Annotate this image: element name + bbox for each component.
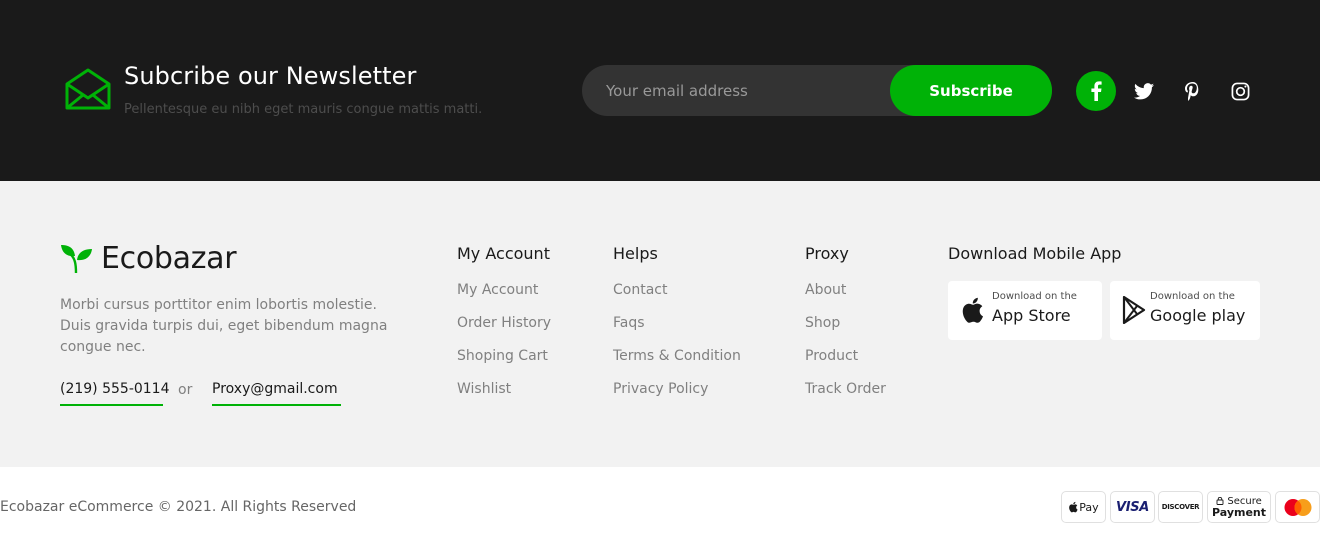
footer-link[interactable]: About	[805, 282, 886, 315]
footer-link[interactable]: Track Order	[805, 381, 886, 414]
newsletter-title: Subcribe our Newsletter	[124, 62, 417, 90]
footer-link[interactable]: Terms & Condition	[613, 348, 741, 381]
footer-link[interactable]: Shoping Cart	[457, 348, 551, 381]
brand-name: Ecobazar	[101, 241, 237, 276]
footer-bottom-bar: Ecobazar eCommerce © 2021. All Rights Re…	[0, 467, 1320, 547]
google-play-label: Google play	[1150, 306, 1246, 325]
twitter-icon	[1134, 82, 1154, 99]
twitter-link[interactable]	[1124, 71, 1164, 111]
footer-link[interactable]: Product	[805, 348, 886, 381]
newsletter-section: Subcribe our Newsletter Pellentesque eu …	[0, 0, 1320, 181]
brand-description: Morbi cursus porttitor enim lobortis mol…	[60, 297, 388, 355]
google-play-small-label: Download on the	[1150, 291, 1235, 302]
download-app-title: Download Mobile App	[948, 244, 1122, 263]
app-store-label: App Store	[992, 306, 1071, 325]
secure-payment-badge: Secure Payment	[1207, 491, 1271, 523]
google-play-icon	[1122, 296, 1146, 324]
email-link[interactable]: Proxy@gmail.com	[212, 381, 341, 406]
app-store-small-label: Download on the	[992, 291, 1077, 302]
mastercard-badge	[1275, 491, 1320, 523]
footer-link[interactable]: Shop	[805, 315, 886, 348]
footer-links-my-account: My Account Order History Shoping Cart Wi…	[457, 282, 551, 414]
visa-label: VISA	[1115, 499, 1150, 515]
mastercard-icon	[1284, 498, 1311, 516]
visa-badge: VISA	[1110, 491, 1155, 523]
apple-pay-label: Pay	[1079, 500, 1099, 514]
apple-icon	[1069, 501, 1078, 513]
facebook-link[interactable]	[1076, 71, 1116, 111]
instagram-link[interactable]	[1220, 71, 1260, 111]
pinterest-icon	[1184, 81, 1198, 101]
footer-link[interactable]: My Account	[457, 282, 551, 315]
facebook-icon	[1091, 81, 1102, 101]
newsletter-email-input[interactable]	[606, 65, 886, 116]
app-store-button[interactable]: Download on the App Store	[948, 281, 1102, 340]
footer-links-helps: Contact Faqs Terms & Condition Privacy P…	[613, 282, 741, 414]
or-separator: or	[178, 382, 193, 398]
footer-col-title-helps: Helps	[613, 244, 658, 263]
newsletter-subtitle: Pellentesque eu nibh eget mauris congue …	[124, 102, 483, 117]
apple-icon	[962, 297, 983, 323]
footer-link[interactable]: Faqs	[613, 315, 741, 348]
footer-main: Ecobazar Morbi cursus porttitor enim lob…	[0, 181, 1320, 467]
footer-link[interactable]: Wishlist	[457, 381, 551, 414]
subscribe-button[interactable]: Subscribe	[890, 65, 1052, 116]
envelope-icon	[65, 68, 111, 110]
footer-link[interactable]: Contact	[613, 282, 741, 315]
phone-link[interactable]: (219) 555-0114	[60, 381, 170, 406]
pinterest-link[interactable]	[1172, 71, 1212, 111]
footer-link[interactable]: Order History	[457, 315, 551, 348]
instagram-icon	[1231, 82, 1249, 100]
discover-badge: DISCOVER	[1158, 491, 1203, 523]
footer-col-title-my-account: My Account	[457, 244, 550, 263]
copyright-text: Ecobazar eCommerce © 2021. All Rights Re…	[0, 499, 357, 515]
google-play-button[interactable]: Download on the Google play	[1110, 281, 1260, 340]
discover-label: DISCOVER	[1161, 503, 1200, 511]
lock-icon	[1216, 497, 1224, 505]
apple-pay-badge: Pay	[1061, 491, 1106, 523]
footer-col-title-proxy: Proxy	[805, 244, 849, 263]
footer-links-proxy: About Shop Product Track Order	[805, 282, 886, 414]
footer-link[interactable]: Privacy Policy	[613, 381, 741, 414]
leaf-icon	[61, 245, 92, 274]
secure-bottom-label: Payment	[1211, 506, 1267, 519]
